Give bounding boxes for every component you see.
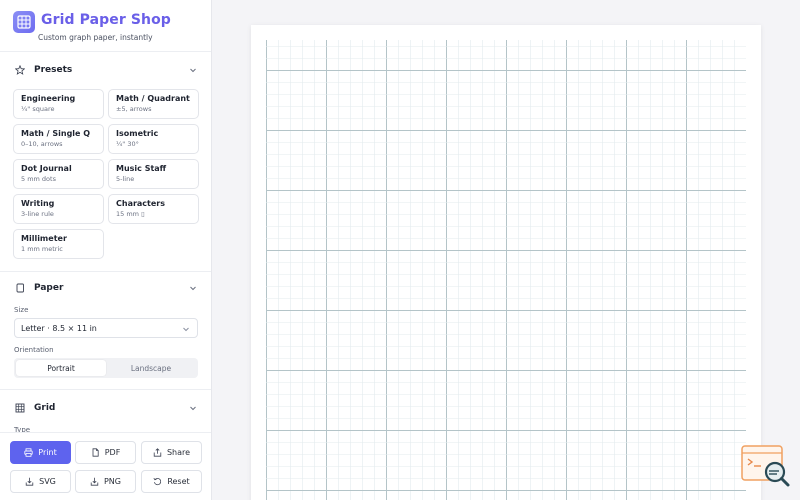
preset-desc: 15 mm ▯ — [116, 210, 145, 218]
preset-name: Math / Quadrant — [116, 94, 190, 103]
orientation-toggle: Portrait Landscape — [14, 358, 198, 378]
download-icon — [90, 477, 99, 486]
preset-writing[interactable]: Writing 3-line rule — [13, 194, 104, 224]
preset-engineering[interactable]: Engineering ¼" square — [13, 89, 104, 119]
share-button[interactable]: Share — [141, 441, 202, 464]
preset-grid: Engineering ¼" square Math / Quadrant ±5… — [13, 89, 199, 259]
preset-desc: ±5, arrows — [116, 105, 152, 113]
app-subtitle: Custom graph paper, instantly — [38, 33, 153, 42]
presets-header[interactable]: Presets — [0, 52, 211, 88]
preset-name: Millimeter — [21, 234, 67, 243]
presets-section: Presets Engineering ¼" square Math / Qua… — [0, 52, 211, 272]
paper-header[interactable]: Paper — [0, 270, 211, 306]
chevron-down-icon[interactable] — [188, 403, 198, 413]
print-button[interactable]: Print — [10, 441, 71, 464]
preset-dot-journal[interactable]: Dot Journal 5 mm dots — [13, 159, 104, 189]
preset-millimeter[interactable]: Millimeter 1 mm metric — [13, 229, 104, 259]
search-code-badge-icon[interactable] — [741, 445, 791, 489]
orientation-portrait[interactable]: Portrait — [16, 360, 106, 376]
download-icon — [25, 477, 34, 486]
png-label: PNG — [103, 477, 121, 486]
preset-desc: 1 mm metric — [21, 245, 63, 253]
preset-desc: ¼" square — [21, 105, 55, 113]
preset-desc: ¼" 30° — [116, 140, 139, 148]
svg-label: SVG — [39, 477, 56, 486]
preset-name: Math / Single Q — [21, 129, 91, 138]
pdf-button[interactable]: PDF — [75, 441, 136, 464]
preset-desc: 5 mm dots — [21, 175, 56, 183]
app-title: Grid Paper Shop — [41, 12, 171, 28]
reset-button[interactable]: Reset — [141, 470, 202, 493]
paper-section: Paper Size Letter · 8.5 × 11 in Orientat… — [0, 270, 211, 390]
preset-desc: 0–10, arrows — [21, 140, 63, 148]
svg-button[interactable]: SVG — [10, 470, 71, 493]
star-icon — [14, 64, 26, 76]
preset-math-quadrant[interactable]: Math / Quadrant ±5, arrows — [108, 89, 199, 119]
preset-characters[interactable]: Characters 15 mm ▯ — [108, 194, 199, 224]
grid-icon — [14, 402, 26, 414]
orientation-label: Orientation — [14, 346, 54, 354]
preset-name: Dot Journal — [21, 164, 72, 173]
preset-name: Writing — [21, 199, 55, 208]
grid-title: Grid — [34, 403, 56, 413]
grid-logo-icon — [13, 11, 35, 33]
chevron-down-icon — [182, 325, 190, 333]
printer-icon — [24, 448, 33, 457]
preset-math-single-q[interactable]: Math / Single Q 0–10, arrows — [13, 124, 104, 154]
file-icon — [91, 448, 100, 457]
graph-paper-grid — [266, 40, 746, 500]
chevron-down-icon[interactable] — [188, 65, 198, 75]
size-label: Size — [14, 306, 29, 314]
paper-size-select[interactable]: Letter · 8.5 × 11 in — [14, 318, 198, 338]
preset-desc: 3-line rule — [21, 210, 54, 218]
reset-label: Reset — [167, 477, 190, 486]
grid-header[interactable]: Grid — [0, 390, 211, 426]
preset-name: Music Staff — [116, 164, 167, 173]
preset-desc: 5-line — [116, 175, 135, 183]
presets-title: Presets — [34, 65, 73, 75]
pdf-label: PDF — [104, 448, 121, 457]
action-bar: Print PDF Share SVG PNG Reset — [0, 432, 211, 500]
preset-isometric[interactable]: Isometric ¼" 30° — [108, 124, 199, 154]
paper-size-value: Letter · 8.5 × 11 in — [21, 324, 97, 333]
chevron-down-icon[interactable] — [188, 283, 198, 293]
paper-sheet — [251, 25, 761, 500]
png-button[interactable]: PNG — [75, 470, 136, 493]
brand-header: Grid Paper Shop Custom graph paper, inst… — [0, 0, 211, 52]
preset-name: Characters — [116, 199, 166, 208]
paper-title: Paper — [34, 283, 64, 293]
reset-icon — [153, 477, 162, 486]
preset-name: Isometric — [116, 129, 159, 138]
orientation-landscape[interactable]: Landscape — [106, 360, 196, 376]
preset-music-staff[interactable]: Music Staff 5-line — [108, 159, 199, 189]
share-label: Share — [166, 448, 191, 457]
page-icon — [14, 282, 26, 294]
preset-name: Engineering — [21, 94, 76, 103]
sidebar: Grid Paper Shop Custom graph paper, inst… — [0, 0, 212, 500]
preview-area — [213, 0, 800, 500]
print-label: Print — [38, 448, 57, 457]
share-icon — [153, 448, 162, 457]
